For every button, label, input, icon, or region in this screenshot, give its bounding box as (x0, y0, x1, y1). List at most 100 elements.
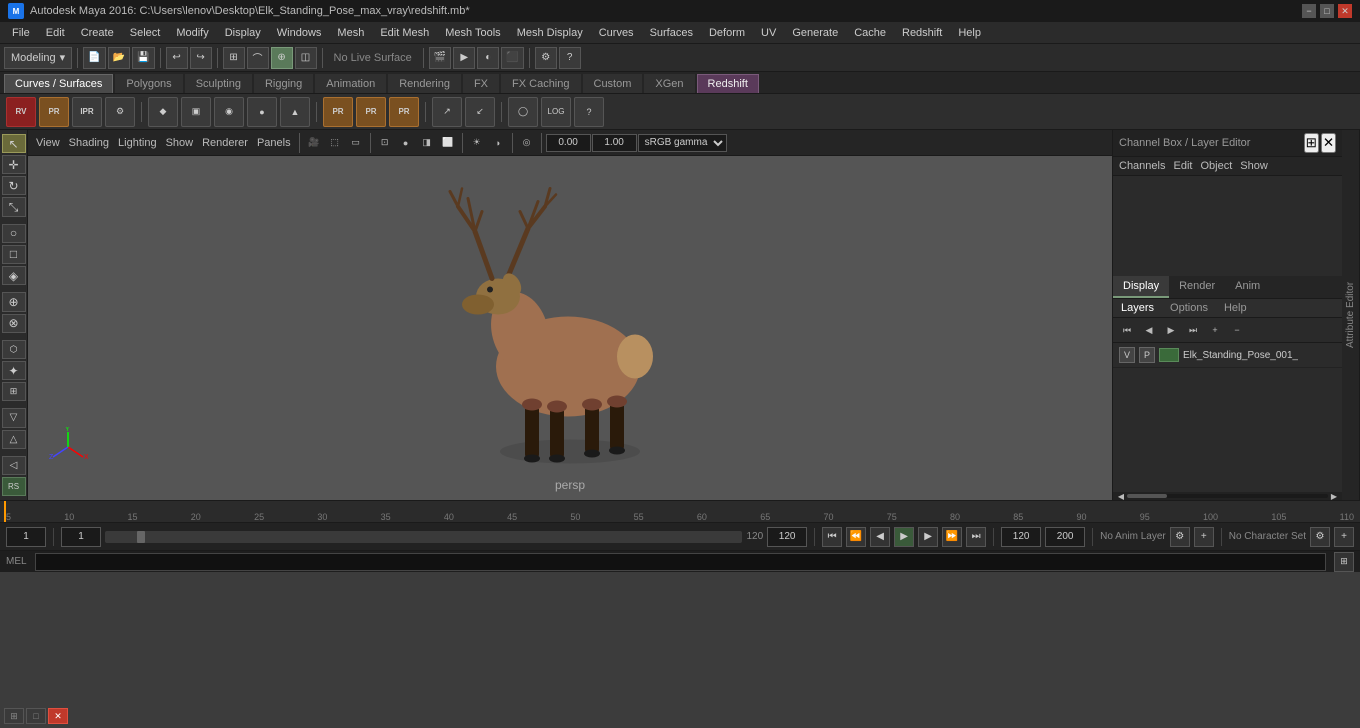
channels-object-label[interactable]: Object (1200, 160, 1232, 172)
undo-button[interactable]: ↩ (166, 47, 188, 69)
next-frame-button[interactable]: ⏩ (942, 527, 962, 547)
redo-button[interactable]: ↪ (190, 47, 212, 69)
next-key-button[interactable]: ▶ (918, 527, 938, 547)
rs-ipr-button[interactable]: IPR (72, 97, 102, 127)
menu-modify[interactable]: Modify (168, 25, 216, 41)
layer-add-button[interactable]: + (1205, 320, 1225, 340)
snap-curve-button[interactable]: ⌒ (247, 47, 269, 69)
soft-select-button[interactable]: ○ (2, 224, 26, 243)
render-settings-button[interactable]: 🎬 (429, 47, 451, 69)
flat-shade-button[interactable]: ◨ (417, 133, 437, 153)
camera-button[interactable]: 🎥 (304, 133, 324, 153)
layer-back-button[interactable]: ◀ (1139, 320, 1159, 340)
layer-prev-button[interactable]: ⏮ (1117, 320, 1137, 340)
rs-diamond-button[interactable]: ◆ (148, 97, 178, 127)
rs-grid-button[interactable]: ▣ (181, 97, 211, 127)
snap-point-button[interactable]: ⊕ (271, 47, 293, 69)
rp-subtab-options[interactable]: Options (1162, 299, 1216, 317)
layer-visibility-btn[interactable]: V (1119, 347, 1135, 363)
playback-end-input[interactable] (1045, 527, 1085, 547)
tab-fx[interactable]: FX (463, 74, 499, 93)
wireframe-button[interactable]: ⊡ (375, 133, 395, 153)
menu-select[interactable]: Select (122, 25, 169, 41)
unknown-btn-4[interactable]: ▽ (2, 408, 26, 427)
value-input-2[interactable] (592, 134, 637, 152)
viewport-menu-view[interactable]: View (32, 135, 64, 151)
menu-edit-mesh[interactable]: Edit Mesh (372, 25, 437, 41)
gamma-dropdown[interactable]: sRGB gamma (638, 134, 727, 152)
layer-playback-btn[interactable]: P (1139, 347, 1155, 363)
layer-next-button[interactable]: ⏭ (1183, 320, 1203, 340)
menu-mesh-tools[interactable]: Mesh Tools (437, 25, 508, 41)
terminal-min-btn[interactable]: □ (26, 708, 46, 724)
lasso-tool-button[interactable]: □ (2, 245, 26, 264)
menu-surfaces[interactable]: Surfaces (642, 25, 701, 41)
viewport-menu-panels[interactable]: Panels (253, 135, 295, 151)
unknown-btn-5[interactable]: △ (2, 430, 26, 449)
layer-fwd-button[interactable]: ▶ (1161, 320, 1181, 340)
lighting-mode-button[interactable]: ☀ (467, 133, 487, 153)
menu-display[interactable]: Display (217, 25, 269, 41)
rs-cone-button[interactable]: ▲ (280, 97, 310, 127)
rs-pr4-button[interactable]: PR (389, 97, 419, 127)
save-file-button[interactable]: 💾 (132, 47, 154, 69)
tab-fx-caching[interactable]: FX Caching (501, 74, 580, 93)
menu-file[interactable]: File (4, 25, 38, 41)
range-start-input[interactable] (61, 527, 101, 547)
command-input[interactable] (35, 553, 1326, 571)
paint-button[interactable]: ◈ (2, 266, 26, 285)
tool-settings-button[interactable]: ⚙ (535, 47, 557, 69)
channels-show-label[interactable]: Show (1240, 160, 1268, 172)
unknown-btn-2[interactable]: ✦ (2, 361, 26, 380)
rp-tab-display[interactable]: Display (1113, 276, 1169, 298)
menu-help[interactable]: Help (950, 25, 989, 41)
prev-frame-button[interactable]: ⏪ (846, 527, 866, 547)
channels-edit-label[interactable]: Edit (1173, 160, 1192, 172)
tab-polygons[interactable]: Polygons (115, 74, 182, 93)
menu-edit[interactable]: Edit (38, 25, 73, 41)
range-max-input[interactable] (767, 527, 807, 547)
rotate-tool-button[interactable]: ↻ (2, 176, 26, 195)
script-editor-button[interactable]: ⊞ (1334, 552, 1354, 572)
rp-subtab-layers[interactable]: Layers (1113, 299, 1162, 317)
attribute-editor-tab[interactable]: Attribute Editor (1342, 130, 1360, 500)
rs-pr-button[interactable]: PR (39, 97, 69, 127)
film-gate-button[interactable]: ⬚ (325, 133, 345, 153)
redshift-icon-btn[interactable]: RS (2, 477, 26, 496)
menu-create[interactable]: Create (73, 25, 122, 41)
rs-circle-button[interactable]: ● (247, 97, 277, 127)
aspect-ratio-button[interactable]: ▭ (346, 133, 366, 153)
timeline-ruler[interactable]: 5 10 15 20 25 30 35 40 45 50 55 60 65 70… (0, 501, 1360, 522)
minimize-button[interactable]: − (1302, 4, 1316, 18)
rs-arrow-down-button[interactable]: ↙ (465, 97, 495, 127)
rp-tab-anim[interactable]: Anim (1225, 276, 1270, 298)
current-frame-input[interactable] (6, 527, 46, 547)
anim-layer-add-btn[interactable]: + (1194, 527, 1214, 547)
playback-max-input[interactable] (1001, 527, 1041, 547)
rs-pr3-button[interactable]: PR (356, 97, 386, 127)
unknown-btn-3[interactable]: ⊞ (2, 382, 26, 401)
layer-row-1[interactable]: V P Elk_Standing_Pose_001_ (1113, 343, 1342, 368)
menu-cache[interactable]: Cache (846, 25, 894, 41)
tab-rendering[interactable]: Rendering (388, 74, 461, 93)
viewport-menu-show[interactable]: Show (162, 135, 198, 151)
play-forward-button[interactable]: ▶ (894, 527, 914, 547)
menu-deform[interactable]: Deform (701, 25, 753, 41)
scrollbar-track[interactable] (1127, 494, 1328, 498)
tab-sculpting[interactable]: Sculpting (185, 74, 252, 93)
range-slider-thumb[interactable] (137, 531, 145, 543)
rs-log-button[interactable]: LOG (541, 97, 571, 127)
prev-key-button[interactable]: ◀ (870, 527, 890, 547)
char-set-add-btn[interactable]: + (1334, 527, 1354, 547)
range-slider[interactable] (105, 531, 742, 543)
menu-mesh[interactable]: Mesh (329, 25, 372, 41)
select-tool-button[interactable]: ↖ (2, 134, 26, 153)
rs-gear-button[interactable]: ⚙ (105, 97, 135, 127)
show-render-button[interactable]: ⬛ (501, 47, 523, 69)
maximize-button[interactable]: □ (1320, 4, 1334, 18)
rs-pr2-button[interactable]: PR (323, 97, 353, 127)
rs-rv-button[interactable]: RV (6, 97, 36, 127)
tab-rigging[interactable]: Rigging (254, 74, 313, 93)
scale-tool-button[interactable]: ⤡ (2, 197, 26, 216)
menu-windows[interactable]: Windows (269, 25, 330, 41)
